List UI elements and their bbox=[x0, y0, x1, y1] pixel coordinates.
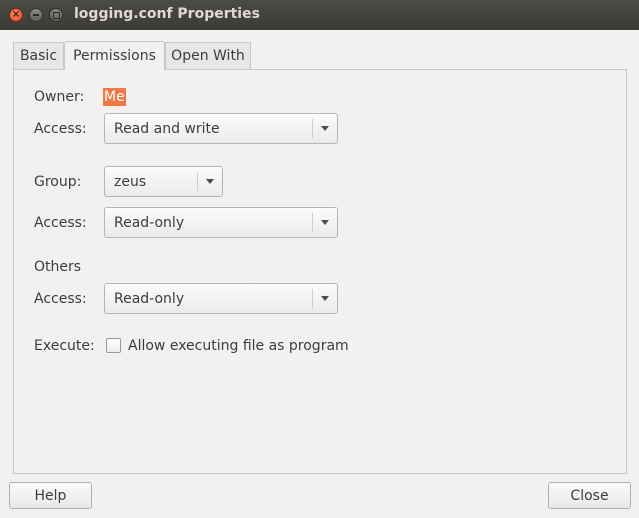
chevron-down-icon bbox=[313, 126, 337, 131]
title-bar: × logging.conf Properties bbox=[0, 0, 639, 30]
chevron-down-icon bbox=[313, 296, 337, 301]
close-icon: × bbox=[11, 9, 21, 20]
group-access-label: Access: bbox=[34, 215, 87, 231]
maximize-icon bbox=[52, 11, 60, 19]
execute-label: Execute: bbox=[34, 338, 95, 354]
group-access-dropdown[interactable]: Read-only bbox=[104, 207, 338, 238]
group-label: Group: bbox=[34, 174, 82, 190]
properties-window: × logging.conf Properties Basic Permissi… bbox=[0, 0, 639, 518]
help-button[interactable]: Help bbox=[9, 482, 92, 509]
close-button[interactable]: Close bbox=[548, 482, 631, 509]
owner-access-label: Access: bbox=[34, 121, 87, 137]
owner-label: Owner: bbox=[34, 89, 85, 105]
others-access-label: Access: bbox=[34, 291, 87, 307]
execute-checkbox-label[interactable]: Allow executing file as program bbox=[128, 338, 349, 354]
tab-open-with[interactable]: Open With bbox=[165, 42, 251, 69]
owner-access-value: Read and write bbox=[114, 120, 220, 137]
owner-value: Me bbox=[103, 88, 126, 106]
others-access-dropdown[interactable]: Read-only bbox=[104, 283, 338, 314]
tab-basic[interactable]: Basic bbox=[13, 42, 64, 69]
window-maximize-button[interactable] bbox=[49, 8, 63, 22]
group-value: zeus bbox=[114, 173, 147, 190]
chevron-down-icon bbox=[313, 220, 337, 225]
owner-access-dropdown[interactable]: Read and write bbox=[104, 113, 338, 144]
chevron-down-icon bbox=[198, 179, 222, 184]
window-minimize-button[interactable] bbox=[29, 8, 43, 22]
execute-checkbox[interactable] bbox=[106, 338, 121, 353]
tab-permissions[interactable]: Permissions bbox=[64, 41, 165, 70]
window-close-button[interactable]: × bbox=[9, 8, 23, 22]
others-access-value: Read-only bbox=[114, 290, 185, 307]
group-access-value: Read-only bbox=[114, 214, 185, 231]
others-heading: Others bbox=[34, 259, 82, 275]
minimize-icon bbox=[33, 14, 39, 16]
group-dropdown[interactable]: zeus bbox=[104, 166, 223, 197]
window-title: logging.conf Properties bbox=[74, 6, 260, 22]
